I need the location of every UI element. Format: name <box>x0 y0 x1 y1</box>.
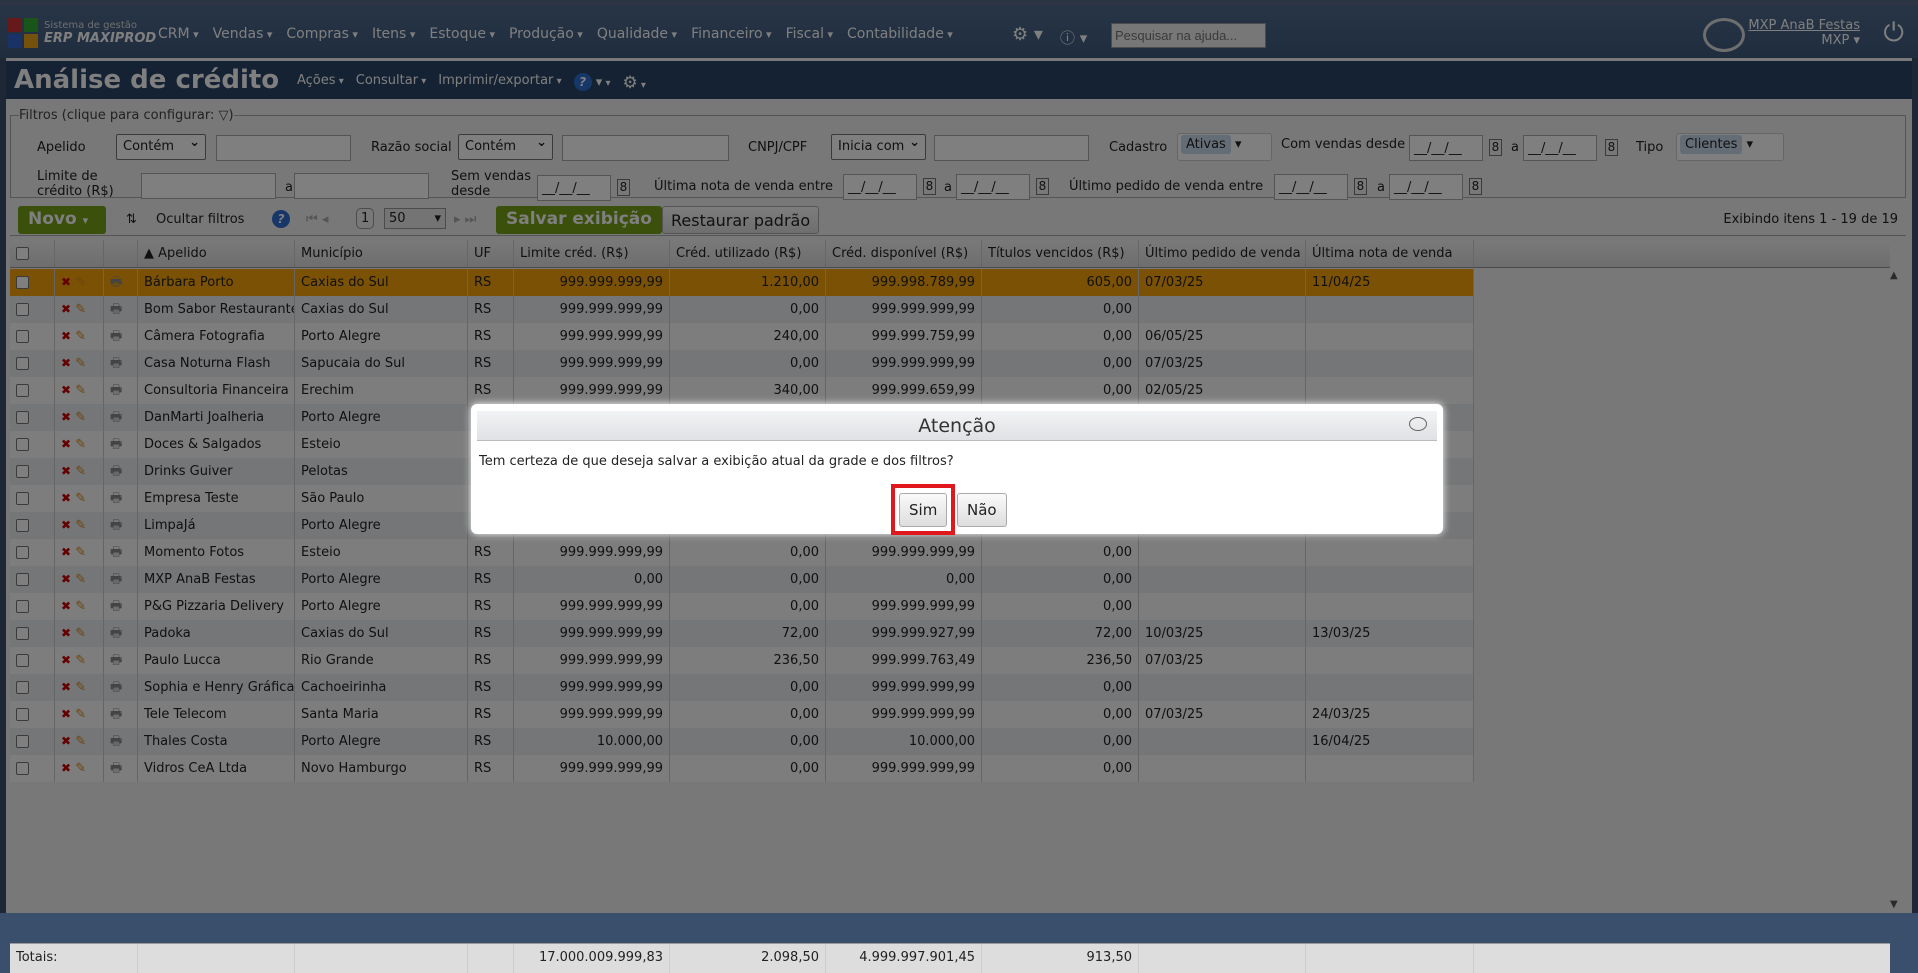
highlight-box <box>891 484 955 535</box>
totals-label: Totais: <box>10 944 138 973</box>
confirm-dialog: Atenção Tem certeza de que deseja salvar… <box>471 404 1443 535</box>
dialog-header: Atenção <box>477 411 1437 441</box>
total-disponivel: 4.999.997.901,45 <box>826 944 982 973</box>
chat-icon[interactable] <box>1409 417 1427 431</box>
total-vencidos: 913,50 <box>982 944 1139 973</box>
totals-row: Totais: 17.000.009.999,83 2.098,50 4.999… <box>10 943 1890 973</box>
total-limite: 17.000.009.999,83 <box>514 944 670 973</box>
dialog-message: Tem certeza de que deseja salvar a exibi… <box>479 454 954 469</box>
dialog-title: Atenção <box>918 415 996 437</box>
no-button[interactable]: Não <box>957 493 1007 527</box>
total-utilizado: 2.098,50 <box>670 944 826 973</box>
